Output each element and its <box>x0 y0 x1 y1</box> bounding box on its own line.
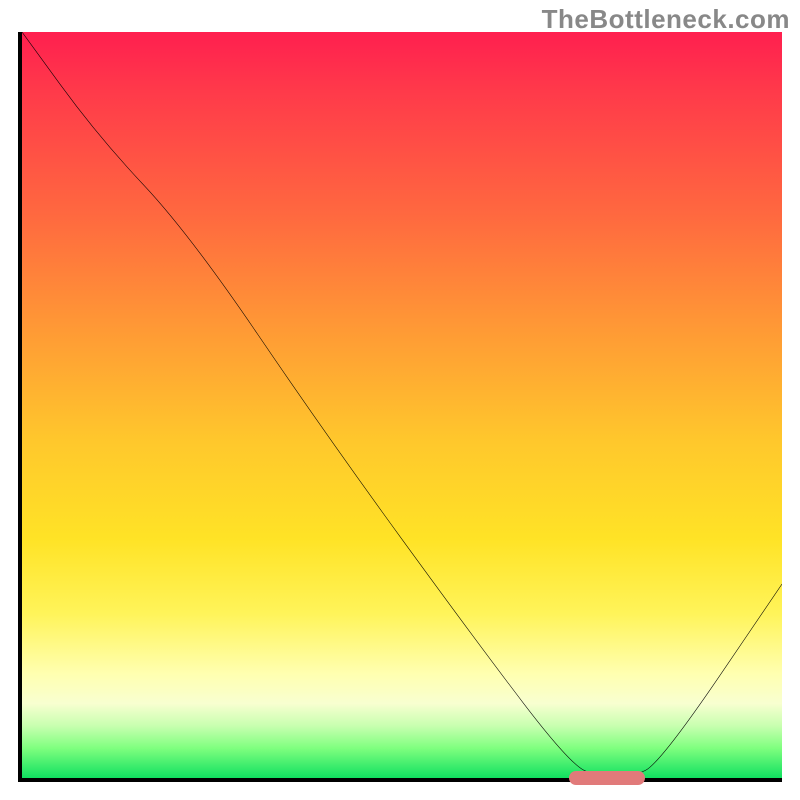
watermark-text: TheBottleneck.com <box>542 4 790 35</box>
optimal-range-marker <box>569 771 645 785</box>
chart-frame: TheBottleneck.com <box>0 0 800 800</box>
bottleneck-curve <box>22 32 782 778</box>
plot-area <box>18 32 782 782</box>
curve-path <box>22 32 782 778</box>
